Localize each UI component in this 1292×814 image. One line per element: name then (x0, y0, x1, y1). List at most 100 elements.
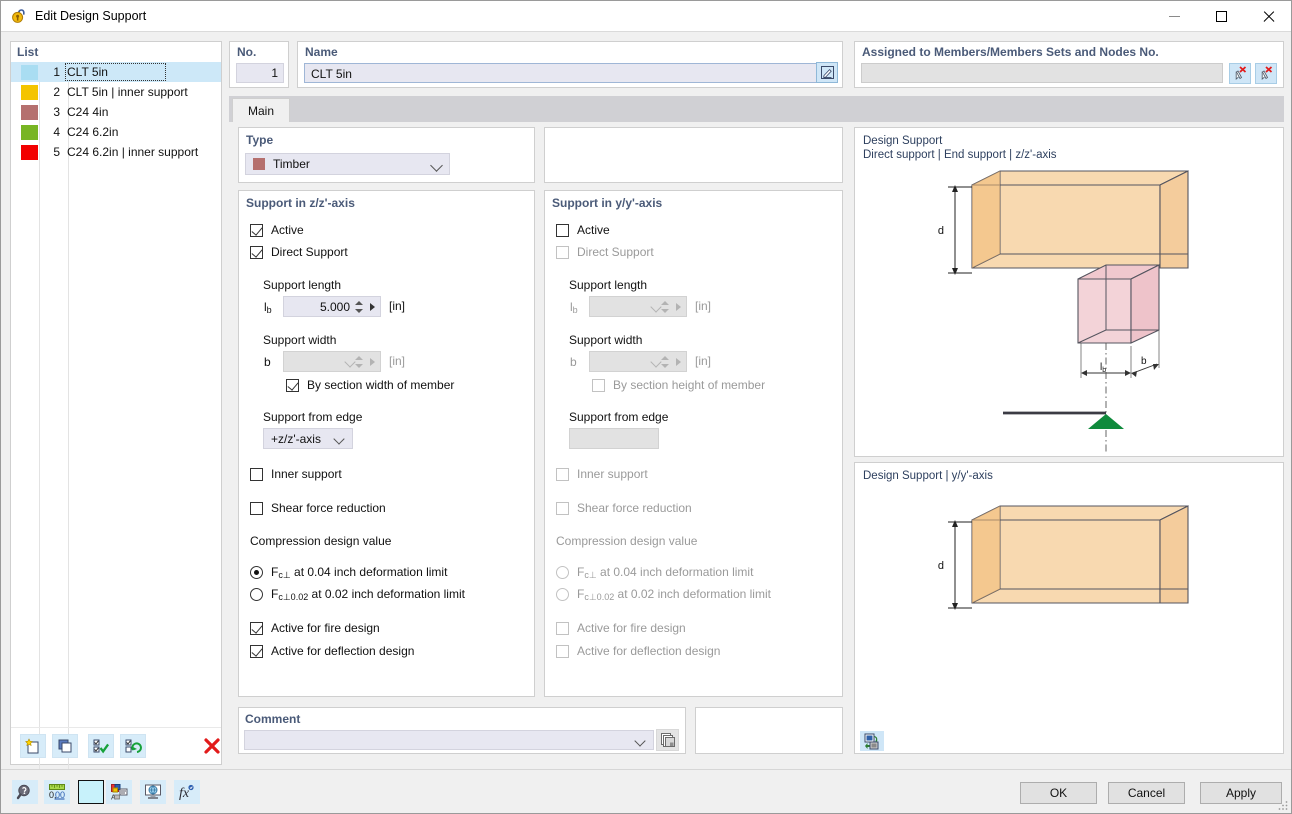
maximize-button[interactable] (1198, 1, 1244, 31)
y-radio1-sub: c⊥ (584, 570, 596, 580)
middle-top-empty-panel (544, 127, 843, 183)
invert-selection-button[interactable] (120, 734, 146, 758)
z-fire-design-checkbox[interactable] (250, 622, 263, 635)
formula-button[interactable]: fx (174, 780, 200, 804)
y-support-from-edge-select (569, 428, 659, 449)
y-support-length-symbol: lb (570, 300, 578, 314)
z-active-checkbox[interactable] (250, 224, 263, 237)
y-active-checkbox[interactable] (556, 224, 569, 237)
cancel-button[interactable]: Cancel (1108, 782, 1185, 804)
z-compression-header: Compression design value (250, 534, 391, 548)
y-fire-design-checkbox (556, 622, 569, 635)
y-support-length-input (589, 296, 687, 317)
y-active-label: Active (577, 223, 610, 237)
list-item-label: CLT 5in | inner support (67, 85, 188, 99)
y-support-length-spinner (661, 300, 670, 314)
z-support-width-symbol: b (264, 355, 271, 369)
list-item[interactable]: 2 CLT 5in | inner support (11, 82, 221, 102)
z-shear-force-reduction-checkbox[interactable] (250, 502, 263, 515)
z-support-from-edge-select[interactable]: +z/z'-axis (263, 428, 353, 449)
display-properties-button[interactable]: A (106, 780, 132, 804)
y-deflection-design-checkbox (556, 645, 569, 658)
y-compression-radio-002 (556, 588, 569, 601)
z-compression-radio-004[interactable] (250, 566, 263, 579)
z-direct-support-checkbox[interactable] (250, 246, 263, 259)
comment-header: Comment (245, 712, 300, 726)
close-button[interactable] (1245, 1, 1291, 31)
pick-member-icon (1233, 66, 1248, 81)
color-swatch-button[interactable] (78, 780, 104, 804)
minimize-button[interactable] (1151, 1, 1197, 31)
y-support-length-label: Support length (569, 278, 647, 292)
list-column-divider-1 (39, 62, 40, 774)
list-item-number: 4 (38, 125, 60, 139)
number-header: No. (237, 45, 256, 59)
y-support-width-unit: [in] (695, 354, 711, 368)
units-button[interactable]: 0, 00 (44, 780, 70, 804)
list-item-label: C24 4in (67, 105, 108, 119)
y-by-section-height-label: By section height of member (613, 378, 765, 392)
support-z-header: Support in z/z'-axis (246, 196, 355, 210)
z-radio1-text: at 0.04 inch deformation limit (291, 565, 448, 579)
assigned-input[interactable] (861, 63, 1223, 83)
z-support-length-arrow-icon[interactable] (370, 303, 375, 311)
diagram-y-axis-panel: Design Support | y/y'-axis d (854, 462, 1284, 754)
list-item[interactable]: 4 C24 6.2in (11, 122, 221, 142)
render-button[interactable] (140, 780, 166, 804)
pick-node-button[interactable] (1255, 63, 1277, 84)
z-radio2-sub: c⊥0.02 (278, 592, 308, 602)
y-support-width-chevron-icon (650, 356, 661, 367)
z-support-length-spinner[interactable] (355, 300, 364, 314)
copy-icon (56, 737, 74, 755)
comment-panel: Comment (238, 707, 686, 754)
name-input[interactable]: CLT 5in (304, 63, 818, 83)
type-select[interactable]: Timber (245, 153, 450, 175)
color-swatch (21, 105, 38, 120)
pick-member-button[interactable] (1229, 63, 1251, 84)
list-item[interactable]: 1 CLT 5in (11, 62, 221, 82)
help-magnifier-button[interactable] (12, 780, 38, 804)
diagram-export-button[interactable] (860, 731, 884, 751)
maximize-icon (1216, 11, 1227, 22)
z-by-section-width-label: By section width of member (307, 378, 454, 392)
select-all-button[interactable] (88, 734, 114, 758)
delete-item-button[interactable] (199, 734, 225, 758)
comment-input[interactable] (244, 730, 654, 750)
y-support-width-arrow-icon (676, 358, 681, 366)
red-x-icon (203, 737, 221, 755)
z-inner-support-checkbox[interactable] (250, 468, 263, 481)
z-support-length-input[interactable]: 5.000 (283, 296, 381, 317)
list-item[interactable]: 3 C24 4in (11, 102, 221, 122)
lock-icon (10, 7, 29, 26)
resize-grip[interactable] (1278, 800, 1288, 810)
list-item[interactable]: 5 C24 6.2in | inner support (11, 142, 221, 162)
z-inner-support-label: Inner support (271, 467, 342, 481)
new-item-button[interactable] (20, 734, 46, 758)
z-compression-radio-002-label: Fc⊥0.02 at 0.02 inch deformation limit (271, 587, 465, 601)
export-image-icon (864, 733, 881, 750)
z-compression-radio-002[interactable] (250, 588, 263, 601)
z-deflection-design-checkbox[interactable] (250, 645, 263, 658)
list-toolbar (11, 727, 221, 764)
y-radio1-text: at 0.04 inch deformation limit (597, 565, 754, 579)
ok-button[interactable]: OK (1020, 782, 1097, 804)
list-rows: 1 CLT 5in 2 CLT 5in | inner support 3 C2… (11, 62, 221, 162)
z-radio2-text: at 0.02 inch deformation limit (308, 587, 465, 601)
z-by-section-width-checkbox[interactable] (286, 379, 299, 392)
y-support-length-unit: [in] (695, 299, 711, 313)
copy-item-button[interactable] (52, 734, 78, 758)
pick-node-icon (1259, 66, 1274, 81)
dialog-window: Edit Design Support List 1 CLT 5in 2 CLT… (0, 0, 1292, 814)
comment-copy-button[interactable] (656, 729, 679, 751)
list-panel: List 1 CLT 5in 2 CLT 5in | inner support… (10, 41, 222, 765)
y-support-length-chevron-icon (650, 301, 661, 312)
z-fire-design-label: Active for fire design (271, 621, 380, 635)
list-item-label: C24 6.2in | inner support (67, 145, 198, 159)
ruler-numbers-icon: 0, 00 (48, 783, 66, 801)
apply-button[interactable]: Apply (1200, 782, 1282, 804)
list-item-number: 2 (38, 85, 60, 99)
number-field[interactable]: 1 (236, 63, 284, 83)
name-edit-button[interactable] (816, 62, 838, 83)
diagram-z-graphic: d lb b (855, 128, 1283, 456)
tab-main[interactable]: Main (232, 98, 290, 122)
